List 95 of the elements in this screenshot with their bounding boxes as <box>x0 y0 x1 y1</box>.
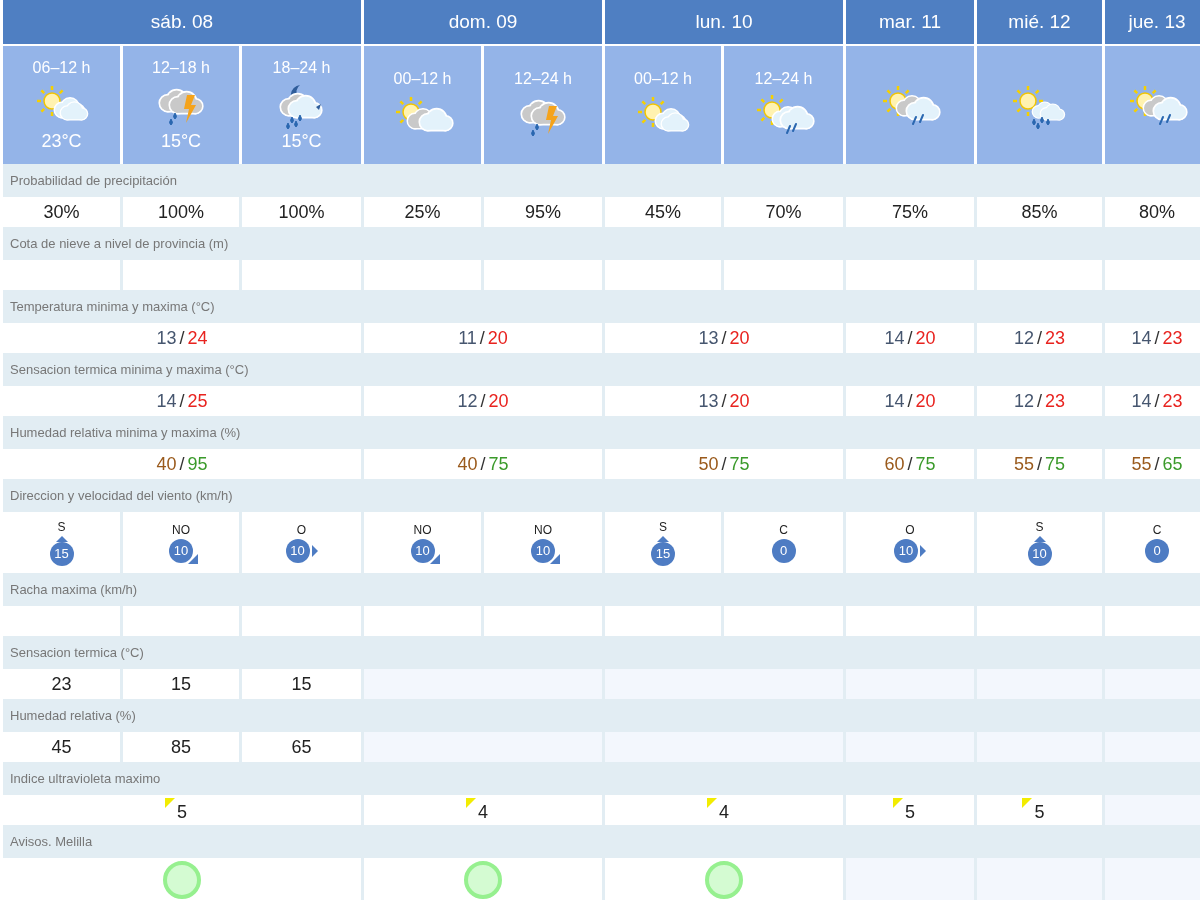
period-temperature: 15°C <box>160 130 202 152</box>
table-cell: 85% <box>977 197 1102 227</box>
wind-arrow-icon <box>188 553 198 564</box>
row-label: Humedad relativa minima y maxima (%) <box>10 425 241 440</box>
uv-flag-icon <box>165 797 175 808</box>
uv-flag-icon <box>1022 797 1033 808</box>
temperature-range: 11 / 20 <box>458 327 508 349</box>
wind-direction: C <box>779 522 788 537</box>
row-label: Racha maxima (km/h) <box>10 582 138 597</box>
wind-direction: NO <box>413 522 432 537</box>
temperature-range: 14 / 25 <box>156 390 208 412</box>
table-cell: 15 <box>123 669 239 699</box>
wind-direction: NO <box>534 522 552 537</box>
temperature-range: 12 / 20 <box>457 390 509 412</box>
humidity-range: 50 / 75 <box>698 453 750 475</box>
wind-direction: O <box>296 522 307 537</box>
temperature-range: 14 / 23 <box>1131 327 1183 349</box>
period-time: 00–12 h <box>393 70 452 89</box>
day-header: mié. 12 <box>977 0 1102 44</box>
row-label: Sensacion termica (°C) <box>10 645 144 660</box>
day-header: lun. 10 <box>605 0 843 44</box>
wind-direction: NO <box>172 522 190 537</box>
table-cell: 15 <box>242 669 361 699</box>
wind-direction: S <box>659 519 667 534</box>
wind-arrow-icon <box>657 535 669 542</box>
wind-direction: C <box>1152 522 1162 537</box>
wind-speed-badge: 0 <box>771 538 796 563</box>
row-label: Sensacion termica minima y maxima (°C) <box>10 362 249 377</box>
wind-arrow-icon <box>55 535 68 542</box>
uv-flag-icon <box>707 797 717 808</box>
wind-arrow-icon <box>550 553 560 564</box>
row-label: Temperatura minima y maxima (°C) <box>10 299 215 314</box>
table-cell: 70% <box>724 197 843 227</box>
temperature-range: 14 / 23 <box>1131 390 1183 412</box>
humidity-range: 60 / 75 <box>884 453 936 475</box>
table-cell: 85 <box>123 732 239 762</box>
period-temperature: 15°C <box>281 130 322 152</box>
period-time: 18–24 h <box>272 58 331 78</box>
day-header: jue. 13 <box>1105 0 1200 44</box>
table-cell: 75% <box>846 197 974 227</box>
period-time: 12–18 h <box>152 58 210 78</box>
period-time: 12–24 h <box>514 70 572 89</box>
wind-arrow-icon <box>1033 535 1046 542</box>
table-cell: 45% <box>605 197 721 227</box>
wind-speed-badge: 10 <box>169 538 193 563</box>
row-label: Direccion y velocidad del viento (km/h) <box>10 488 233 503</box>
wind-speed-badge: 10 <box>531 538 555 563</box>
table-cell: 80% <box>1105 197 1200 227</box>
uv-index-value: 5 <box>905 801 915 823</box>
uv-flag-icon <box>466 797 476 808</box>
uv-flag-icon <box>893 797 903 808</box>
wind-direction: S <box>57 519 66 534</box>
row-label: Cota de nieve a nivel de provincia (m) <box>10 236 229 251</box>
temperature-range: 12 / 23 <box>1013 390 1066 412</box>
row-label: Avisos. Melilla <box>10 834 93 849</box>
temperature-range: 14 / 20 <box>884 327 936 349</box>
day-header: sáb. 08 <box>3 0 361 44</box>
temperature-range: 13 / 24 <box>156 327 208 349</box>
period-temperature: 23°C <box>41 130 82 152</box>
uv-index-value: 4 <box>478 801 488 823</box>
temperature-range: 13 / 20 <box>698 327 750 349</box>
period-time: 00–12 h <box>634 70 692 89</box>
row-label: Probabilidad de precipitación <box>10 173 177 188</box>
table-cell: 100% <box>242 197 361 227</box>
humidity-range: 55 / 65 <box>1131 453 1183 475</box>
humidity-range: 40 / 75 <box>457 453 509 475</box>
humidity-range: 55 / 75 <box>1013 453 1066 475</box>
day-header: mar. 11 <box>846 0 974 44</box>
wind-direction: S <box>1035 519 1044 534</box>
humidity-range: 40 / 95 <box>156 453 208 475</box>
temperature-range: 14 / 20 <box>884 390 936 412</box>
wind-speed-badge: 10 <box>410 538 435 563</box>
table-cell: 30% <box>3 197 120 227</box>
wind-direction: O <box>905 522 915 537</box>
wind-arrow-icon <box>429 553 440 564</box>
uv-index-value: 5 <box>177 801 187 823</box>
period-time: 12–24 h <box>754 70 813 89</box>
table-cell: 95% <box>484 197 602 227</box>
table-cell: 25% <box>364 197 481 227</box>
wind-speed-badge: 0 <box>1145 538 1169 563</box>
day-header: dom. 09 <box>364 0 602 44</box>
table-cell: 45 <box>3 732 120 762</box>
period-time: 06–12 h <box>32 58 91 78</box>
table-cell: 65 <box>242 732 361 762</box>
wind-speed-badge: 10 <box>894 538 918 563</box>
uv-index-value: 5 <box>1034 801 1045 823</box>
wind-arrow-icon <box>311 544 318 557</box>
row-label: Indice ultravioleta maximo <box>10 771 161 786</box>
wind-arrow-icon <box>920 544 926 557</box>
temperature-range: 12 / 23 <box>1013 327 1066 349</box>
table-cell: 23 <box>3 669 120 699</box>
temperature-range: 13 / 20 <box>698 390 750 412</box>
table-cell: 100% <box>123 197 239 227</box>
row-label: Humedad relativa (%) <box>10 708 136 723</box>
uv-index-value: 4 <box>719 801 729 823</box>
